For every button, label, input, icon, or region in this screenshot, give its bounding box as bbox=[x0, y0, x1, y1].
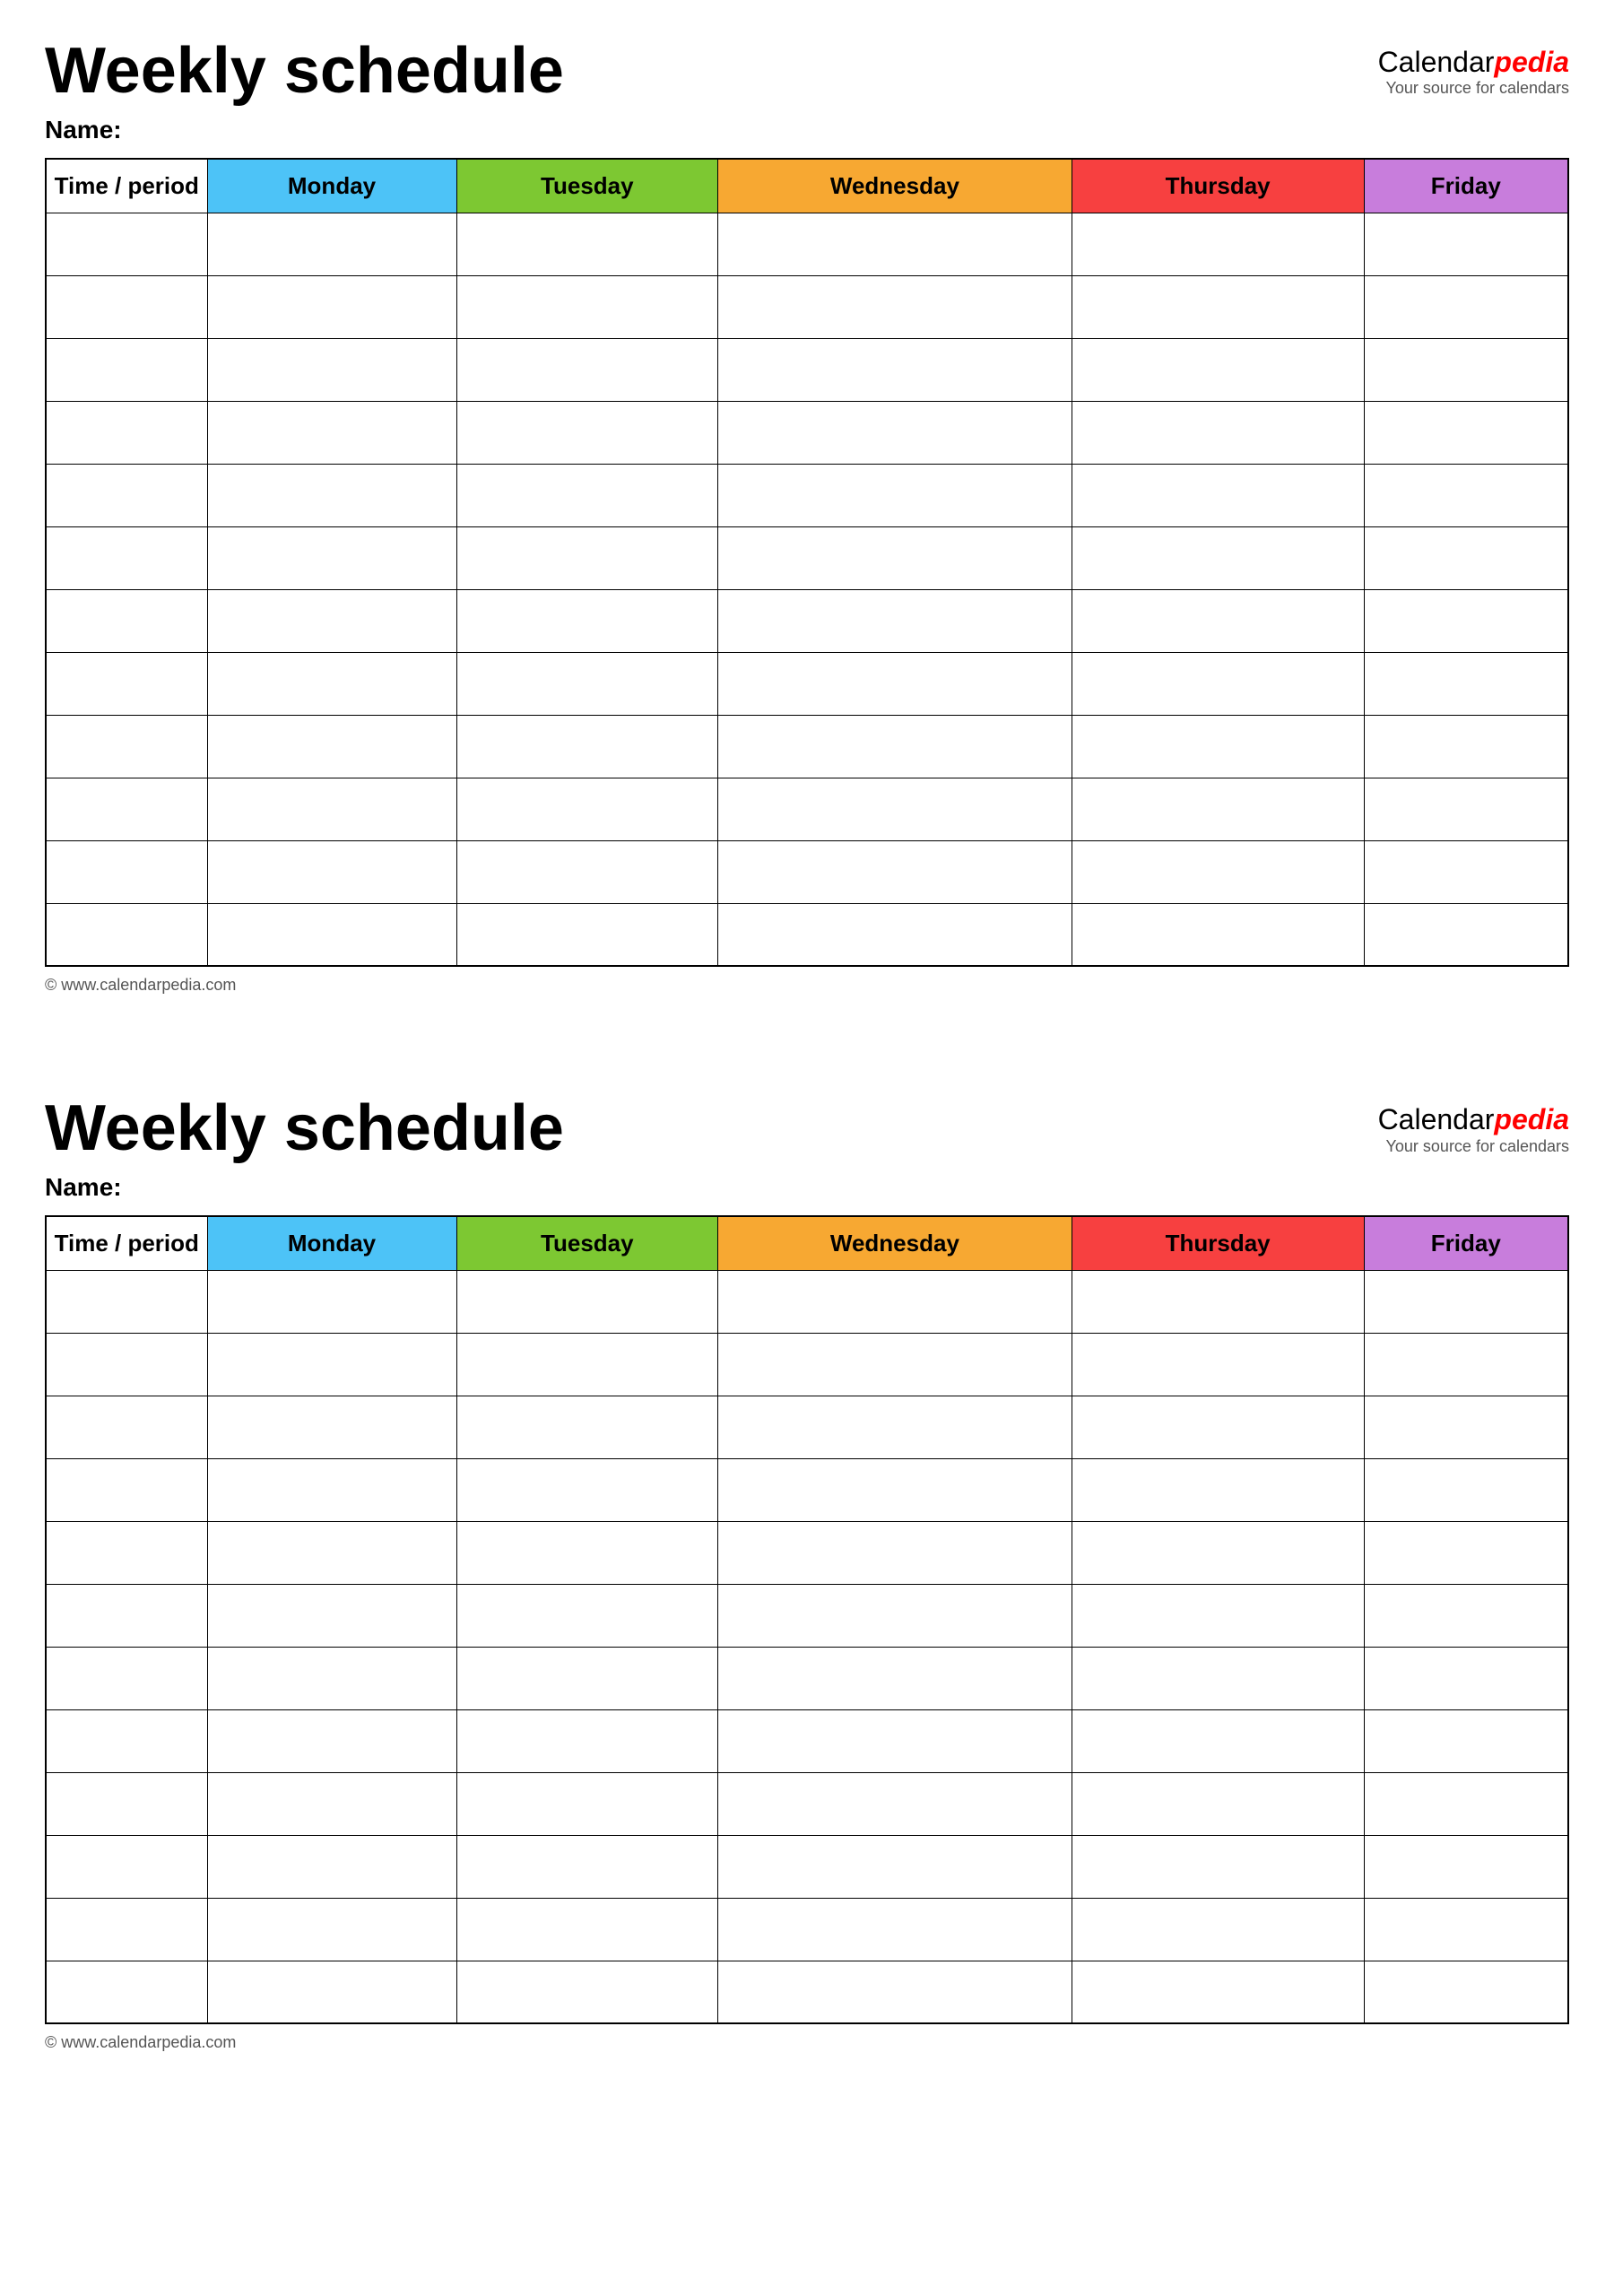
name-label-2: Name: bbox=[45, 1173, 1569, 1202]
schedule-section-2: Weekly schedule Calendarpedia Your sourc… bbox=[0, 1057, 1614, 2079]
th-tuesday-1: Tuesday bbox=[456, 159, 718, 213]
th-friday-2: Friday bbox=[1364, 1216, 1568, 1270]
table-row bbox=[46, 1772, 1568, 1835]
table-row bbox=[46, 275, 1568, 338]
table-header-row-2: Time / period Monday Tuesday Wednesday T… bbox=[46, 1216, 1568, 1270]
schedule-table-2: Time / period Monday Tuesday Wednesday T… bbox=[45, 1215, 1569, 2024]
logo-calendar-2: Calendar bbox=[1378, 1103, 1495, 1135]
table-row bbox=[46, 840, 1568, 903]
table-row bbox=[46, 652, 1568, 715]
page-title-2: Weekly schedule bbox=[45, 1093, 564, 1164]
header-2: Weekly schedule Calendarpedia Your sourc… bbox=[45, 1093, 1569, 1164]
table-body-2 bbox=[46, 1270, 1568, 2023]
table-row bbox=[46, 1458, 1568, 1521]
table-row bbox=[46, 1333, 1568, 1396]
th-monday-2: Monday bbox=[207, 1216, 456, 1270]
table-row bbox=[46, 1709, 1568, 1772]
table-row bbox=[46, 1961, 1568, 2023]
table-row bbox=[46, 401, 1568, 464]
logo-text-2: Calendarpedia bbox=[1378, 1102, 1569, 1136]
table-row bbox=[46, 213, 1568, 275]
table-row bbox=[46, 1584, 1568, 1647]
table-header-row-1: Time / period Monday Tuesday Wednesday T… bbox=[46, 159, 1568, 213]
table-row bbox=[46, 1898, 1568, 1961]
page-title-1: Weekly schedule bbox=[45, 36, 564, 107]
table-row bbox=[46, 338, 1568, 401]
logo-subtitle-2: Your source for calendars bbox=[1378, 1137, 1569, 1156]
table-row bbox=[46, 1835, 1568, 1898]
th-thursday-2: Thursday bbox=[1072, 1216, 1364, 1270]
table-row bbox=[46, 589, 1568, 652]
schedule-section-1: Weekly schedule Calendarpedia Your sourc… bbox=[0, 0, 1614, 1022]
table-row bbox=[46, 1521, 1568, 1584]
th-friday-1: Friday bbox=[1364, 159, 1568, 213]
table-row bbox=[46, 1647, 1568, 1709]
logo-text-1: Calendarpedia bbox=[1378, 45, 1569, 79]
table-row bbox=[46, 715, 1568, 778]
table-row bbox=[46, 778, 1568, 840]
logo-2: Calendarpedia Your source for calendars bbox=[1378, 1093, 1569, 1155]
th-time-period-2: Time / period bbox=[46, 1216, 207, 1270]
footer-2: © www.calendarpedia.com bbox=[45, 2033, 1569, 2052]
logo-subtitle-1: Your source for calendars bbox=[1378, 79, 1569, 98]
table-row bbox=[46, 1270, 1568, 1333]
table-body-1 bbox=[46, 213, 1568, 966]
th-wednesday-2: Wednesday bbox=[718, 1216, 1072, 1270]
th-thursday-1: Thursday bbox=[1072, 159, 1364, 213]
logo-1: Calendarpedia Your source for calendars bbox=[1378, 36, 1569, 98]
table-row bbox=[46, 1396, 1568, 1458]
th-wednesday-1: Wednesday bbox=[718, 159, 1072, 213]
logo-calendar-1: Calendar bbox=[1378, 46, 1495, 78]
table-row bbox=[46, 526, 1568, 589]
th-tuesday-2: Tuesday bbox=[456, 1216, 718, 1270]
table-row bbox=[46, 464, 1568, 526]
header-1: Weekly schedule Calendarpedia Your sourc… bbox=[45, 36, 1569, 107]
th-monday-1: Monday bbox=[207, 159, 456, 213]
footer-1: © www.calendarpedia.com bbox=[45, 976, 1569, 995]
th-time-period-1: Time / period bbox=[46, 159, 207, 213]
table-row bbox=[46, 903, 1568, 966]
name-label-1: Name: bbox=[45, 116, 1569, 144]
schedule-table-1: Time / period Monday Tuesday Wednesday T… bbox=[45, 158, 1569, 967]
logo-pedia-2: pedia bbox=[1494, 1103, 1569, 1135]
logo-pedia-1: pedia bbox=[1494, 46, 1569, 78]
